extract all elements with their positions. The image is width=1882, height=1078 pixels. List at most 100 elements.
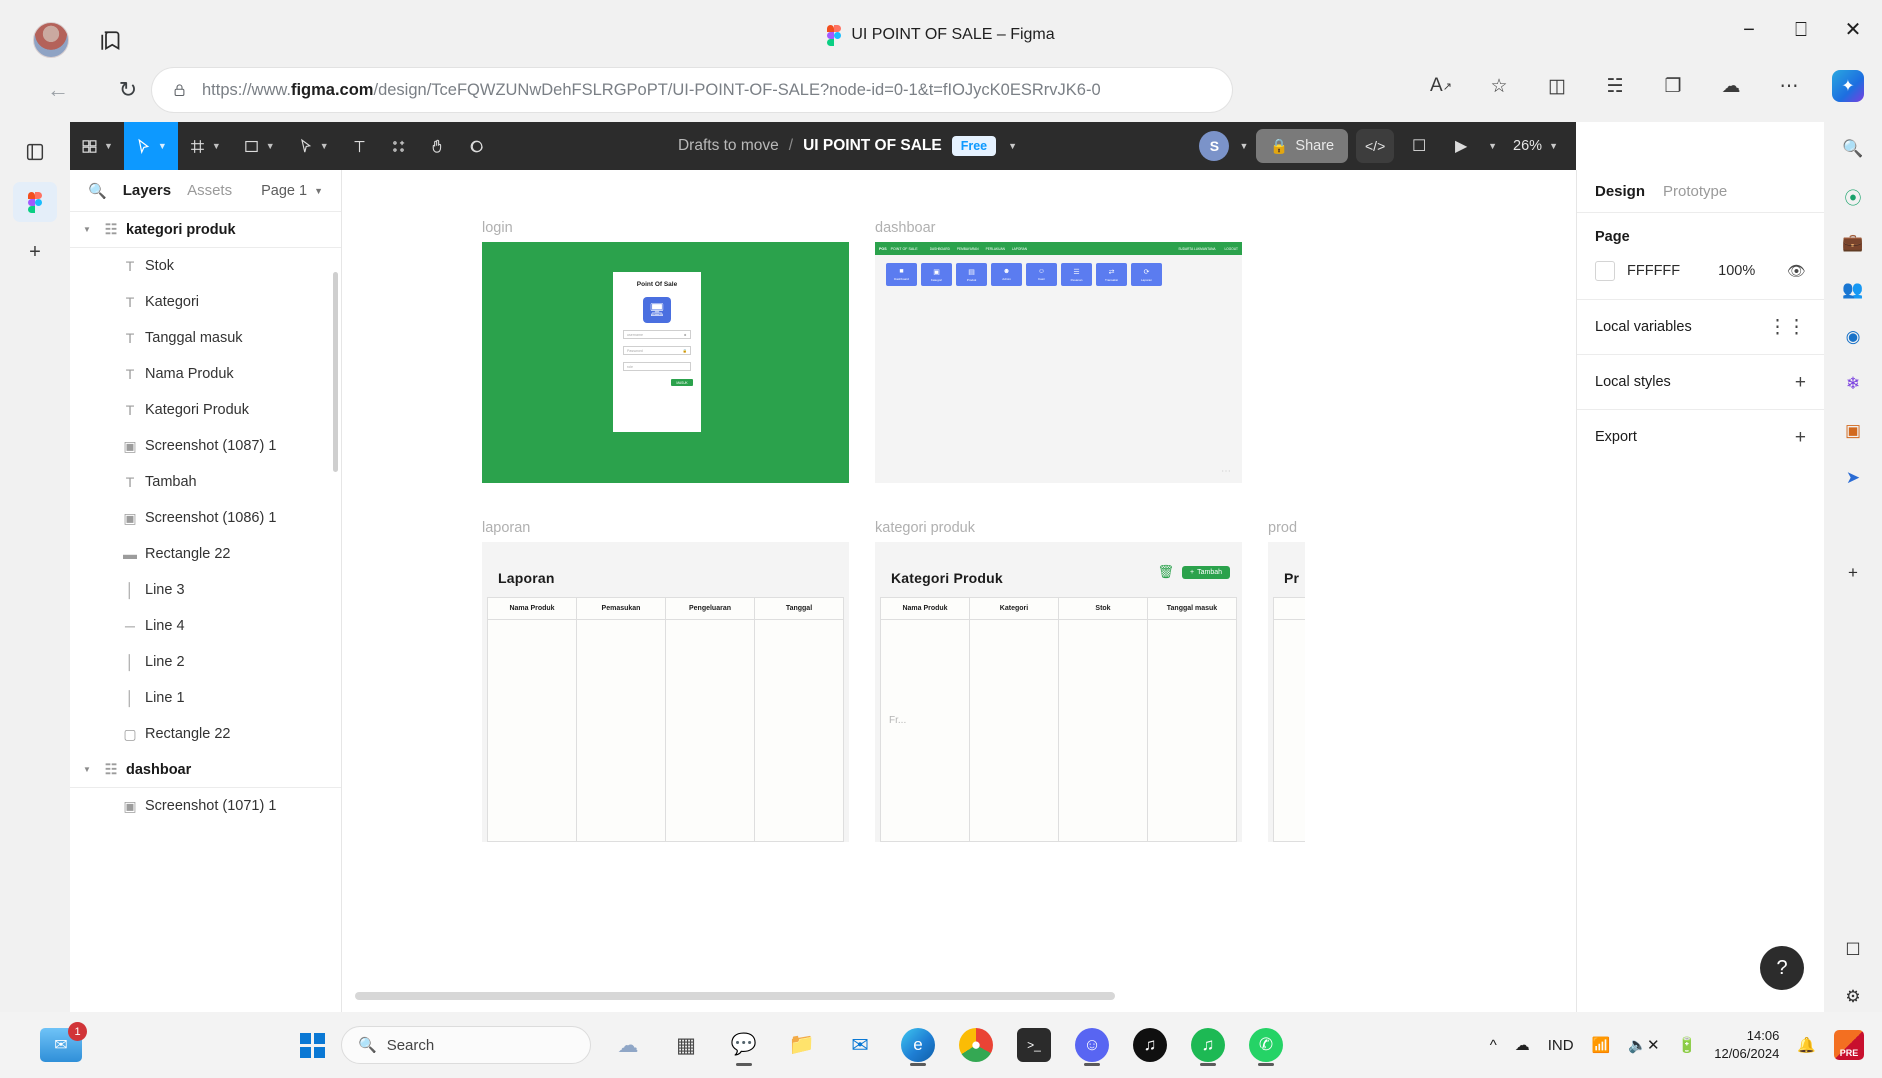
tab-prototype[interactable]: Prototype (1663, 183, 1727, 200)
settings-more-icon[interactable]: ⋯ (1774, 71, 1804, 101)
whatsapp-icon[interactable]: ✆ (1245, 1024, 1287, 1066)
frame-label-laporan[interactable]: laporan (482, 520, 530, 536)
figma-main-menu[interactable]: ▼ (70, 122, 124, 170)
page-color-hex[interactable]: FFFFFF (1627, 263, 1680, 279)
search-icon[interactable]: 🔍 (88, 182, 107, 200)
file-explorer-icon[interactable]: 📁 (781, 1024, 823, 1066)
layer-row[interactable]: TKategori (70, 284, 341, 320)
page-selector[interactable]: Page 1 ▼ (261, 183, 323, 199)
battery-icon[interactable]: 🔋 (1678, 1036, 1697, 1054)
weather-widget[interactable]: ☁ (607, 1024, 649, 1066)
layer-row[interactable]: TTanggal masuk (70, 320, 341, 356)
zoom-control[interactable]: 26% ▼ (1505, 138, 1566, 154)
language-indicator[interactable]: IND (1548, 1037, 1574, 1054)
teams-icon[interactable]: 💬 (723, 1024, 765, 1066)
pen-tool[interactable]: ▼ (286, 122, 340, 170)
frame-label-dashboar[interactable]: dashboar (875, 220, 935, 236)
comment-tool[interactable] (457, 122, 496, 170)
tools-icon[interactable]: ◉ (1836, 322, 1870, 353)
chevron-down-icon[interactable]: ▼ (78, 765, 96, 774)
breadcrumb-file-name[interactable]: UI POINT OF SALE (803, 137, 942, 155)
layer-row[interactable]: │Line 3 (70, 572, 341, 608)
back-arrow-icon[interactable]: ← (40, 72, 76, 108)
paint-icon[interactable]: ❄ (1836, 369, 1870, 400)
screenshot-icon[interactable]: ☐ (1836, 934, 1870, 965)
tray-expand-icon[interactable]: ^ (1490, 1037, 1497, 1054)
layer-group-row[interactable]: ▼ ☷ kategori produk (70, 212, 341, 248)
add-icon[interactable]: + (1795, 373, 1806, 392)
help-button[interactable]: ? (1760, 946, 1804, 990)
figma-app-icon[interactable] (13, 182, 57, 222)
dashboard-tile[interactable]: ☰Pesanan (1061, 263, 1092, 286)
tab-layers[interactable]: Layers (123, 182, 171, 199)
layer-row[interactable]: ▣Screenshot (1086) 1 (70, 500, 341, 536)
present-library-icon[interactable]: ☐ (1402, 129, 1436, 163)
dashboard-menu-item[interactable]: DASHBOARD (930, 247, 950, 251)
search-input[interactable]: 🔍 Search (341, 1026, 591, 1064)
chevron-down-icon[interactable]: ▼ (1488, 141, 1497, 151)
share-button[interactable]: 🔒 Share (1256, 129, 1348, 163)
clock[interactable]: 14:06 12/06/2024 (1714, 1027, 1779, 1063)
favorite-star-icon[interactable]: ☆ (1484, 71, 1514, 101)
dashboard-menu-item[interactable]: PERLAKUAN (986, 247, 1005, 251)
address-bar[interactable]: https://www.figma.com/design/TceFQWZUNwD… (152, 68, 1232, 112)
frame-label-produk[interactable]: prod (1268, 520, 1297, 536)
local-variables-row[interactable]: Local variables ⋮⋮ (1577, 299, 1824, 354)
dashboard-logout[interactable]: LOGOUT (1225, 247, 1238, 251)
spotify-icon[interactable]: ♫ (1187, 1024, 1229, 1066)
hand-tool[interactable] (418, 122, 457, 170)
dev-mode-button[interactable]: </> (1356, 129, 1394, 163)
copilot-icon[interactable]: ✦ (1832, 70, 1864, 102)
rail-settings-icon[interactable]: ⚙ (1836, 981, 1870, 1012)
layer-row[interactable]: │Line 2 (70, 644, 341, 680)
chevron-down-icon[interactable]: ▼ (1008, 141, 1017, 151)
artboard-login[interactable]: Point Of Sale 🖥 username☻ Password🔒 role… (482, 242, 849, 483)
close-button[interactable]: ✕ (1842, 20, 1864, 40)
chrome-icon[interactable]: ● (955, 1024, 997, 1066)
edge-icon[interactable]: e (897, 1024, 939, 1066)
artboard-produk[interactable]: Pr N (1268, 542, 1305, 842)
move-tool[interactable]: ▼ (124, 122, 178, 170)
layer-row[interactable]: TNama Produk (70, 356, 341, 392)
layer-row[interactable]: TTambah (70, 464, 341, 500)
dashboard-tile[interactable]: ⇄Transaksi (1096, 263, 1127, 286)
login-password-field[interactable]: Password🔒 (623, 346, 691, 355)
outlook-icon[interactable]: ✉ (839, 1024, 881, 1066)
add-button[interactable]: + Tambah (1182, 566, 1230, 579)
local-styles-row[interactable]: Local styles + (1577, 354, 1824, 409)
artboard-kategori-produk[interactable]: Kategori Produk 🗑 + Tambah Nama Produk K… (875, 542, 1242, 842)
widgets-icon[interactable]: ▦ (665, 1024, 707, 1066)
windows-start-icon[interactable] (300, 1033, 325, 1058)
frame-label-kategori-produk[interactable]: kategori produk (875, 520, 975, 536)
color-swatch[interactable] (1595, 261, 1615, 281)
bell-icon[interactable]: 🔔 (1797, 1036, 1816, 1054)
read-aloud-icon[interactable]: A↗ (1426, 71, 1456, 101)
pre-icon[interactable]: PRE (1834, 1030, 1864, 1060)
mail-icon[interactable]: ✉ 1 (40, 1028, 82, 1062)
eye-icon[interactable]: 👁 (1787, 262, 1806, 280)
minimize-button[interactable]: − (1738, 20, 1760, 40)
dashboard-menu-item[interactable]: LAPORAN (1012, 247, 1027, 251)
discord-icon[interactable]: ☺ (1071, 1024, 1113, 1066)
layer-row[interactable]: ▣Screenshot (1087) 1 (70, 428, 341, 464)
terminal-icon[interactable]: >_ (1013, 1024, 1055, 1066)
text-tool[interactable] (340, 122, 379, 170)
dashboard-tile[interactable]: ⟳Laporan (1131, 263, 1162, 286)
components-tool[interactable] (379, 122, 418, 170)
dashboard-tile[interactable]: ▣Kategori (921, 263, 952, 286)
layer-row[interactable]: ▣Screenshot (1071) 1 (70, 788, 341, 824)
chevron-down-icon[interactable]: ▼ (78, 225, 96, 234)
breadcrumb-project[interactable]: Drafts to move (678, 137, 779, 155)
frame-label-login[interactable]: login (482, 220, 513, 236)
layer-row[interactable]: │Line 1 (70, 680, 341, 716)
layer-row[interactable]: TKategori Produk (70, 392, 341, 428)
variables-icon[interactable]: ⋮⋮ (1768, 318, 1806, 337)
dashboard-tile[interactable]: ■Dashboard (886, 263, 917, 286)
onedrive-icon[interactable]: ☁ (1515, 1036, 1530, 1054)
dashboard-menu-item[interactable]: PEMBAYARAN (957, 247, 979, 251)
shopping-icon[interactable]: 💼 (1836, 228, 1870, 259)
office-icon[interactable]: ▣ (1836, 415, 1870, 446)
page-opacity[interactable]: 100% (1718, 263, 1755, 279)
artboard-dashboard[interactable]: POS POINT OF SALE DASHBOARD PEMBAYARAN P… (875, 242, 1242, 483)
layer-row[interactable]: ▬Rectangle 22 (70, 536, 341, 572)
